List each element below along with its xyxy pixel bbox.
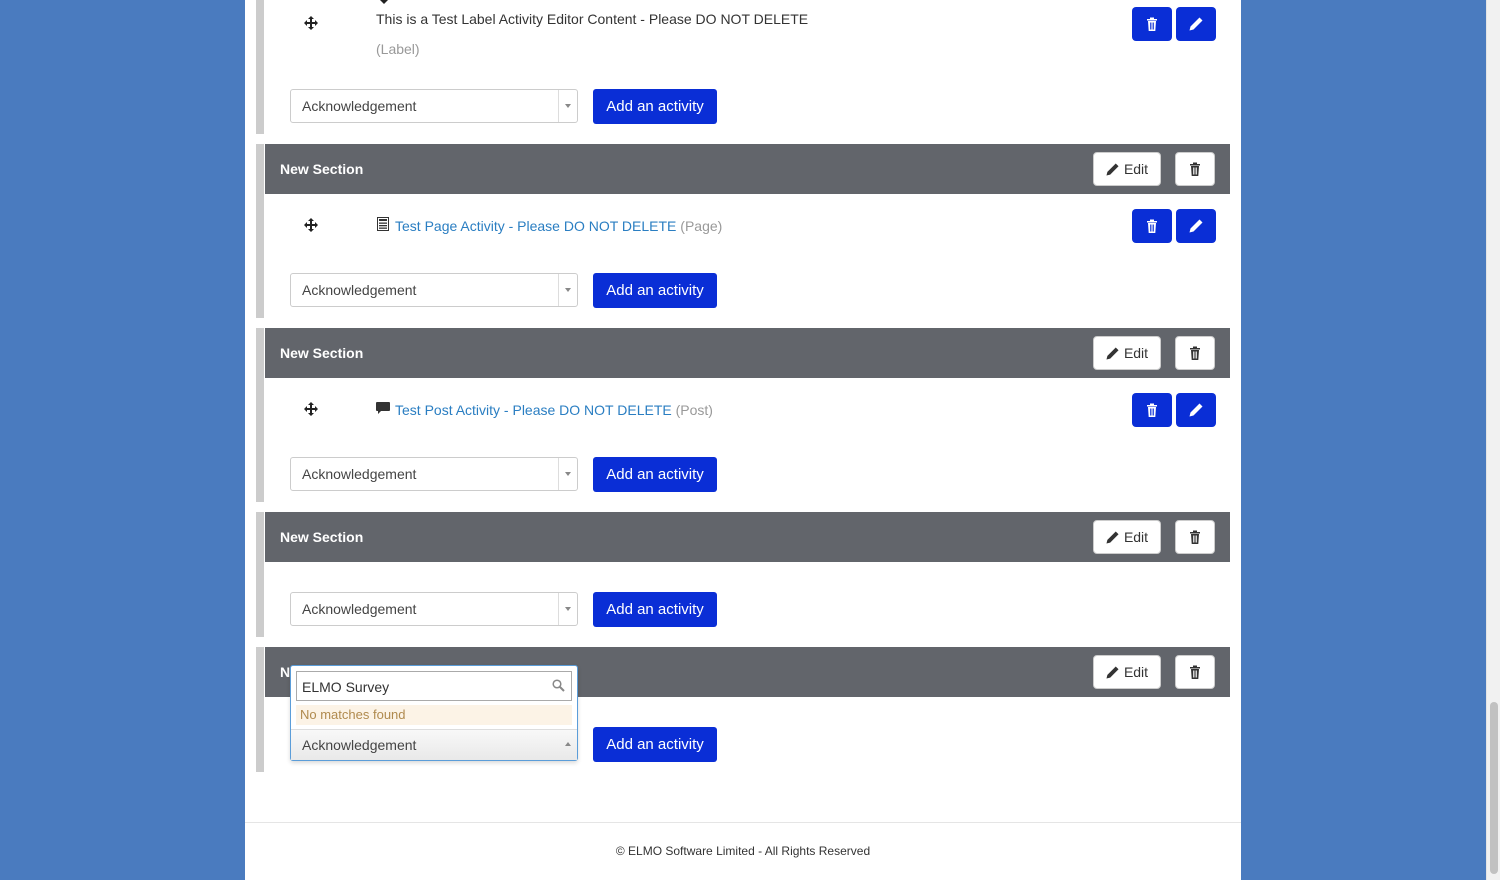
trash-icon — [1190, 346, 1200, 360]
chevron-down-icon — [558, 274, 577, 306]
post-activity-row: Test Post Activity - Please DO NOT DELET… — [395, 402, 713, 418]
pencil-icon — [1106, 162, 1119, 176]
delete-activity-button[interactable] — [1132, 209, 1172, 243]
add-activity-button[interactable]: Add an activity — [593, 457, 717, 492]
edit-section-button[interactable]: Edit — [1093, 655, 1161, 689]
label-activity-content: This is a Test Label Activity Editor Con… — [376, 11, 809, 27]
chevron-down-icon — [558, 458, 577, 490]
section-left-bar — [256, 144, 264, 318]
post-activity-type: (Post) — [675, 402, 713, 418]
edit-label: Edit — [1123, 161, 1149, 177]
pencil-icon — [1189, 403, 1203, 417]
trash-icon — [1190, 162, 1200, 176]
edit-section-button[interactable]: Edit — [1093, 152, 1161, 186]
select-value: Acknowledgement — [302, 466, 417, 482]
edit-label: Edit — [1123, 664, 1149, 680]
pencil-icon — [1106, 665, 1119, 679]
footer-copyright: © ELMO Software Limited - All Rights Res… — [615, 844, 871, 858]
activity-type-select[interactable]: Acknowledgement — [290, 457, 578, 491]
page-activity-link[interactable]: Test Page Activity - Please DO NOT DELET… — [395, 218, 676, 234]
dropdown-search-input[interactable]: ELMO Survey — [296, 671, 572, 701]
current-value: Acknowledgement — [302, 737, 417, 753]
page-icon — [377, 217, 389, 231]
page-scrollbar[interactable] — [1486, 0, 1500, 880]
pencil-icon — [1189, 17, 1203, 31]
move-icon-partial — [380, 0, 388, 4]
edit-section-button[interactable]: Edit — [1093, 520, 1161, 554]
chevron-down-icon — [558, 593, 577, 625]
dropdown-current-selection[interactable]: Acknowledgement — [291, 729, 577, 760]
page-activity-type: (Page) — [680, 218, 723, 234]
footer-divider — [245, 822, 1241, 823]
move-icon[interactable] — [304, 16, 318, 30]
section-left-bar — [256, 647, 264, 772]
select-value: Acknowledgement — [302, 601, 417, 617]
edit-label: Edit — [1123, 529, 1149, 545]
edit-activity-button[interactable] — [1176, 209, 1216, 243]
section-title: N — [280, 664, 291, 680]
scrollbar-thumb[interactable] — [1490, 702, 1498, 874]
delete-section-button[interactable] — [1175, 655, 1215, 689]
section-header: New Section Edit — [265, 512, 1230, 562]
section-left-bar — [256, 328, 264, 502]
delete-section-button[interactable] — [1175, 336, 1215, 370]
activity-type-dropdown-open[interactable]: ELMO Survey No matches found Acknowledge… — [290, 665, 578, 761]
trash-icon — [1147, 403, 1157, 417]
section-left-bar — [256, 512, 264, 637]
add-activity-button[interactable]: Add an activity — [593, 273, 717, 308]
add-activity-button[interactable]: Add an activity — [593, 592, 717, 627]
pencil-icon — [1106, 346, 1119, 360]
delete-activity-button[interactable] — [1132, 7, 1172, 41]
pencil-icon — [1106, 530, 1119, 544]
pencil-icon — [1189, 219, 1203, 233]
delete-activity-button[interactable] — [1132, 393, 1172, 427]
activity-type-select[interactable]: Acknowledgement — [290, 273, 578, 307]
section-title: New Section — [280, 161, 364, 177]
move-icon[interactable] — [304, 218, 318, 232]
trash-icon — [1190, 665, 1200, 679]
search-icon — [552, 679, 565, 692]
activity-type-select[interactable]: Acknowledgement — [290, 89, 578, 123]
trash-icon — [1147, 17, 1157, 31]
section-header: New Section Edit — [265, 144, 1230, 194]
trash-icon — [1190, 530, 1200, 544]
edit-activity-button[interactable] — [1176, 7, 1216, 41]
no-results-message: No matches found — [296, 705, 572, 725]
section-header: New Section Edit — [265, 328, 1230, 378]
delete-section-button[interactable] — [1175, 152, 1215, 186]
delete-section-button[interactable] — [1175, 520, 1215, 554]
search-value: ELMO Survey — [302, 679, 390, 695]
edit-section-button[interactable]: Edit — [1093, 336, 1161, 370]
page-activity-row: Test Page Activity - Please DO NOT DELET… — [395, 218, 722, 234]
add-activity-button[interactable]: Add an activity — [593, 727, 717, 762]
section-title: New Section — [280, 345, 364, 361]
move-icon[interactable] — [304, 402, 318, 416]
select-value: Acknowledgement — [302, 98, 417, 114]
activity-type-select[interactable]: Acknowledgement — [290, 592, 578, 626]
chevron-up-icon — [565, 742, 571, 746]
section-left-bar — [256, 0, 264, 134]
label-activity-type: (Label) — [376, 41, 420, 57]
add-activity-button[interactable]: Add an activity — [593, 89, 717, 124]
edit-label: Edit — [1123, 345, 1149, 361]
select-value: Acknowledgement — [302, 282, 417, 298]
comment-icon — [376, 402, 390, 414]
section-title: New Section — [280, 529, 364, 545]
trash-icon — [1147, 219, 1157, 233]
edit-activity-button[interactable] — [1176, 393, 1216, 427]
post-activity-link[interactable]: Test Post Activity - Please DO NOT DELET… — [395, 402, 672, 418]
chevron-down-icon — [558, 90, 577, 122]
